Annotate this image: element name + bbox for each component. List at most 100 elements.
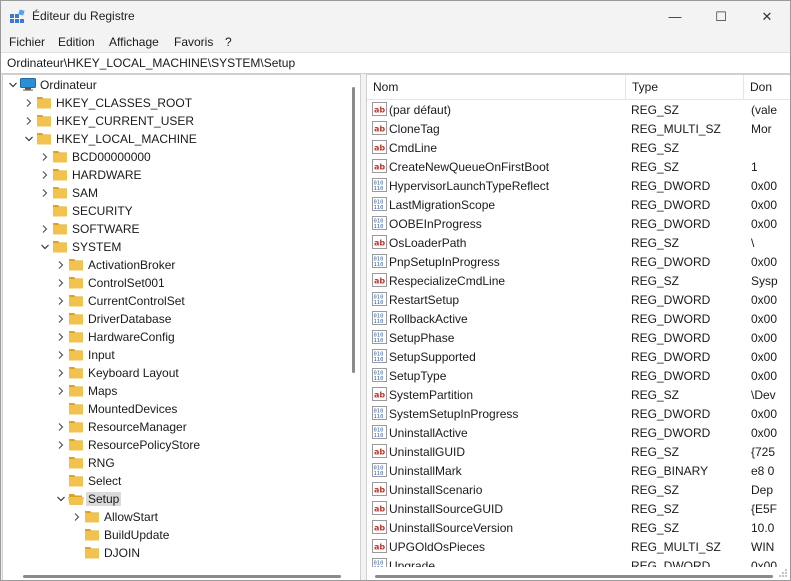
value-row[interactable]: 010 110 SystemSetupInProgress REG_DWORD 0x00	[367, 404, 790, 423]
column-header-data[interactable]: Don	[744, 75, 790, 99]
tree-horizontal-scrollbar[interactable]	[3, 567, 348, 580]
menu-edition[interactable]: Edition	[58, 35, 95, 49]
chevron-right-icon[interactable]	[55, 328, 67, 346]
value-data: 0x00	[751, 217, 778, 231]
tree-node[interactable]: Select	[3, 472, 343, 490]
chevron-right-icon[interactable]	[55, 418, 67, 436]
chevron-right-icon[interactable]	[71, 508, 83, 526]
tree-scroll-thumb[interactable]	[352, 87, 355, 373]
tree-node[interactable]: HKEY_CURRENT_USER	[3, 112, 343, 130]
binary-value-icon: 010110	[372, 216, 387, 230]
tree-node[interactable]: HardwareConfig	[3, 328, 343, 346]
tree-node[interactable]: Input	[3, 346, 343, 364]
chevron-down-icon[interactable]	[7, 76, 19, 94]
value-row[interactable]: 010 110 SetupPhase REG_DWORD 0x00	[367, 328, 790, 347]
value-row[interactable]: ab OsLoaderPath REG_SZ \	[367, 233, 790, 252]
value-row[interactable]: ab SystemPartition REG_SZ \Dev	[367, 385, 790, 404]
chevron-right-icon[interactable]	[55, 436, 67, 454]
tree-node[interactable]: Keyboard Layout	[3, 364, 343, 382]
folder-icon	[52, 240, 68, 253]
tree-node[interactable]: ControlSet001	[3, 274, 343, 292]
tree-node[interactable]: SECURITY	[3, 202, 343, 220]
tree-hscroll-thumb[interactable]	[23, 575, 341, 578]
values-list-pane[interactable]: Nom Type Don ab (par défaut) REG_SZ (vale ab…	[366, 74, 790, 580]
column-header-name[interactable]: Nom	[367, 75, 626, 99]
chevron-down-icon[interactable]	[23, 130, 35, 148]
tree-node[interactable]: MountedDevices	[3, 400, 343, 418]
value-row[interactable]: 010 110 HypervisorLaunchTypeReflect REG_DWO…	[367, 176, 790, 195]
chevron-right-icon[interactable]	[55, 310, 67, 328]
chevron-right-icon[interactable]	[39, 166, 51, 184]
tree-node[interactable]: SAM	[3, 184, 343, 202]
value-row[interactable]: ab UPGOldOsPieces REG_MULTI_SZ WIN	[367, 537, 790, 556]
chevron-right-icon[interactable]	[23, 94, 35, 112]
value-row[interactable]: 010 110 UninstallMark REG_BINARY e8 0	[367, 461, 790, 480]
title-bar[interactable]: Éditeur du Registre — ☐ ✕	[1, 1, 790, 32]
value-row[interactable]: ab CreateNewQueueOnFirstBoot REG_SZ 1	[367, 157, 790, 176]
value-row[interactable]: ab UninstallSourceGUID REG_SZ {E5F	[367, 499, 790, 518]
close-button[interactable]: ✕	[744, 1, 790, 32]
value-row[interactable]: 010 110 SetupSupported REG_DWORD 0x00	[367, 347, 790, 366]
value-row[interactable]: ab RespecializeCmdLine REG_SZ Sysp	[367, 271, 790, 290]
maximize-button[interactable]: ☐	[698, 1, 744, 32]
value-row[interactable]: ab CmdLine REG_SZ	[367, 138, 790, 157]
tree-node[interactable]: BuildUpdate	[3, 526, 343, 544]
tree-node[interactable]: HKEY_LOCAL_MACHINE	[3, 130, 343, 148]
tree-node[interactable]: ResourceManager	[3, 418, 343, 436]
chevron-right-icon[interactable]	[55, 346, 67, 364]
string-value-icon: ab	[372, 140, 387, 154]
chevron-right-icon[interactable]	[55, 364, 67, 382]
values-hscroll-thumb[interactable]	[375, 575, 773, 578]
value-row[interactable]: ab (par défaut) REG_SZ (vale	[367, 100, 790, 119]
key-tree-pane[interactable]: Ordinateur HKEY_CLASSES_ROOT HKEY_CURRENT_…	[2, 74, 361, 580]
chevron-right-icon[interactable]	[55, 292, 67, 310]
chevron-right-icon[interactable]	[39, 184, 51, 202]
value-row[interactable]: 010 110 UninstallActive REG_DWORD 0x00	[367, 423, 790, 442]
tree-node[interactable]: RNG	[3, 454, 343, 472]
tree-node[interactable]: BCD00000000	[3, 148, 343, 166]
tree-vertical-scrollbar[interactable]	[348, 75, 360, 565]
minimize-button[interactable]: —	[652, 1, 698, 32]
value-row[interactable]: 010 110 LastMigrationScope REG_DWORD 0x00	[367, 195, 790, 214]
tree-node[interactable]: ActivationBroker	[3, 256, 343, 274]
tree-node[interactable]: DJOIN	[3, 544, 343, 562]
tree-node[interactable]: Maps	[3, 382, 343, 400]
value-row[interactable]: 010 110 OOBEInProgress REG_DWORD 0x00	[367, 214, 790, 233]
address-path[interactable]: Ordinateur\HKEY_LOCAL_MACHINE\SYSTEM\Set…	[7, 56, 295, 70]
tree-node-label: SAM	[72, 186, 99, 200]
value-row[interactable]: ab UninstallSourceVersion REG_SZ 10.0	[367, 518, 790, 537]
address-bar[interactable]: Ordinateur\HKEY_LOCAL_MACHINE\SYSTEM\Set…	[1, 52, 790, 74]
tree-node[interactable]: HARDWARE	[3, 166, 343, 184]
menu-favoris[interactable]: Favoris	[174, 35, 213, 49]
resize-grip-icon[interactable]	[778, 568, 788, 578]
chevron-right-icon[interactable]	[55, 274, 67, 292]
tree-node[interactable]: AllowStart	[3, 508, 343, 526]
menu-affichage[interactable]: Affichage	[109, 35, 159, 49]
chevron-right-icon[interactable]	[39, 148, 51, 166]
tree-node[interactable]: Ordinateur	[3, 76, 343, 94]
value-row[interactable]: 010 110 RollbackActive REG_DWORD 0x00	[367, 309, 790, 328]
value-row[interactable]: 010 110 RestartSetup REG_DWORD 0x00	[367, 290, 790, 309]
menu-help[interactable]: ?	[225, 35, 232, 49]
chevron-right-icon[interactable]	[23, 112, 35, 130]
tree-node[interactable]: CurrentControlSet	[3, 292, 343, 310]
chevron-down-icon[interactable]	[39, 238, 51, 256]
tree-node[interactable]: SYSTEM	[3, 238, 343, 256]
tree-node[interactable]: ResourcePolicyStore	[3, 436, 343, 454]
values-horizontal-scrollbar[interactable]	[367, 567, 790, 580]
chevron-down-icon[interactable]	[55, 490, 67, 508]
chevron-right-icon[interactable]	[55, 382, 67, 400]
tree-node[interactable]: DriverDatabase	[3, 310, 343, 328]
value-row[interactable]: ab UninstallScenario REG_SZ Dep	[367, 480, 790, 499]
menu-fichier[interactable]: Fichier	[9, 35, 45, 49]
tree-node[interactable]: HKEY_CLASSES_ROOT	[3, 94, 343, 112]
chevron-right-icon[interactable]	[39, 220, 51, 238]
tree-node[interactable]: Setup	[3, 490, 343, 508]
value-row[interactable]: 010 110 PnpSetupInProgress REG_DWORD 0x00	[367, 252, 790, 271]
chevron-right-icon[interactable]	[55, 256, 67, 274]
tree-node[interactable]: SOFTWARE	[3, 220, 343, 238]
value-row[interactable]: ab UninstallGUID REG_SZ {725	[367, 442, 790, 461]
column-header-type[interactable]: Type	[626, 75, 744, 99]
value-row[interactable]: 010 110 SetupType REG_DWORD 0x00	[367, 366, 790, 385]
value-row[interactable]: ab CloneTag REG_MULTI_SZ Mor	[367, 119, 790, 138]
